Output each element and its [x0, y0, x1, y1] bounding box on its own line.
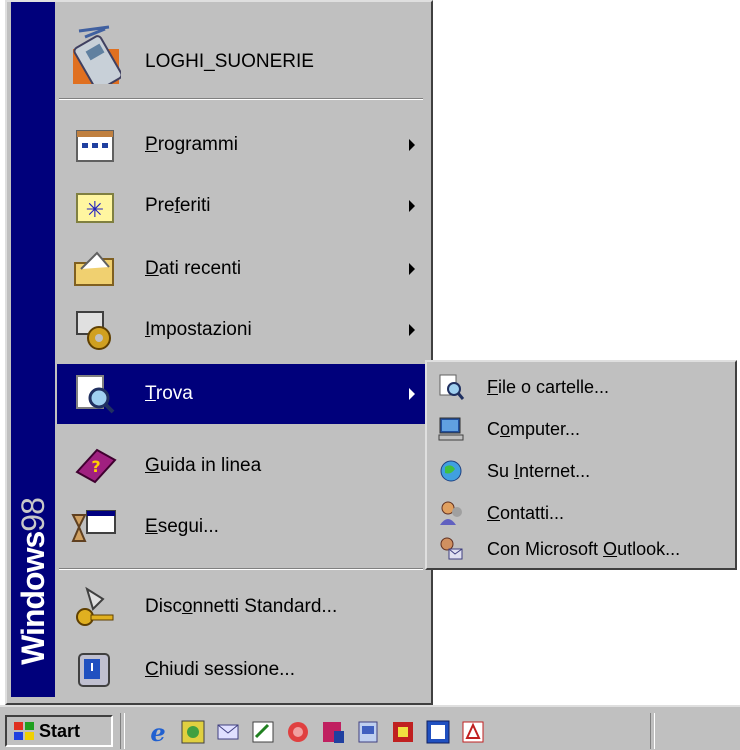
start-button[interactable]: Start	[5, 715, 113, 747]
menu-item-programmi[interactable]: Programmi	[57, 115, 427, 175]
menu-item-chiudi-sessione[interactable]: Chiudi sessione...	[57, 640, 427, 700]
menu-item-label: Impostazioni	[145, 319, 252, 340]
menu-item-dati-recenti[interactable]: Dati recenti	[57, 239, 427, 299]
help-book-icon: ?	[75, 448, 117, 484]
menu-item-disconnetti[interactable]: Disconnetti Standard...	[57, 577, 427, 637]
run-icon	[71, 510, 116, 542]
programs-icon	[76, 130, 114, 162]
toolbar-grip[interactable]	[120, 713, 125, 749]
outlook-find-icon	[440, 537, 463, 560]
submenu-item-label: Computer...	[487, 418, 581, 439]
menu-item-guida-in-linea[interactable]: ? Guida in linea	[57, 436, 427, 496]
submenu-item-label: Con Microsoft Outlook...	[487, 538, 681, 559]
submenu-arrow-icon	[409, 324, 415, 336]
separator	[59, 98, 423, 100]
app-icon[interactable]	[320, 719, 346, 745]
computer-icon	[438, 417, 464, 441]
find-submenu: File o cartelle... Computer... Su Intern…	[425, 360, 737, 570]
menu-item-label: Guida in linea	[145, 455, 262, 476]
windows-logo-icon	[14, 722, 34, 740]
menu-item-label: Dati recenti	[145, 258, 242, 279]
ie-icon[interactable]: e	[145, 719, 171, 745]
start-label: Start	[39, 720, 81, 741]
svg-text:e: e	[150, 719, 165, 745]
svg-text:✳: ✳	[86, 198, 104, 223]
swirl-icon[interactable]	[285, 719, 311, 745]
menu-item-loghi-suonerie[interactable]: LOGHI_SUONERIE	[57, 25, 427, 92]
brand-sidebar: Windows98	[11, 2, 55, 697]
favorites-folder-icon: ✳	[76, 193, 114, 223]
window-icon[interactable]	[425, 719, 451, 745]
internet-globe-icon	[440, 460, 462, 482]
contacts-icon	[440, 501, 462, 525]
documents-folder-icon	[74, 251, 114, 286]
phone-icon	[73, 25, 121, 84]
svg-text:?: ?	[91, 457, 100, 476]
separator	[59, 568, 423, 570]
submenu-item-label: File o cartelle...	[487, 376, 610, 397]
doc-icon[interactable]	[355, 719, 381, 745]
start-menu: Windows98 LOGHI_SUONERIE Programmi ✳ Pre…	[5, 0, 433, 705]
toolbar-grip[interactable]	[650, 713, 655, 749]
menu-item-label: Preferiti	[145, 195, 211, 216]
menu-item-preferiti[interactable]: ✳ Preferiti	[57, 176, 427, 236]
submenu-arrow-icon	[409, 263, 415, 275]
logoff-key-icon	[76, 586, 114, 626]
multimedia-icon[interactable]	[390, 719, 416, 745]
submenu-arrow-icon	[409, 200, 415, 212]
submenu-item-su-internet[interactable]: Su Internet...	[431, 450, 731, 492]
windows98-brand-text: Windows98	[14, 497, 51, 665]
menu-item-trova[interactable]: Trova	[57, 364, 427, 424]
menu-item-label: Trova	[145, 383, 193, 404]
submenu-arrow-icon	[409, 388, 415, 400]
submenu-item-label: Su Internet...	[487, 460, 591, 481]
menu-item-label: Programmi	[145, 134, 238, 155]
taskbar: Start e	[0, 705, 740, 750]
mail-icon[interactable]	[215, 719, 241, 745]
menu-item-label: Chiudi sessione...	[145, 659, 295, 680]
menu-item-label: Disconnetti Standard...	[145, 596, 338, 617]
menu-item-label: LOGHI_SUONERIE	[145, 51, 314, 72]
submenu-item-label: Contatti...	[487, 502, 565, 523]
notepad-icon[interactable]	[250, 719, 276, 745]
file-search-icon	[439, 374, 465, 400]
submenu-item-computer[interactable]: Computer...	[431, 408, 731, 450]
acrobat-icon[interactable]	[460, 719, 486, 745]
submenu-arrow-icon	[409, 139, 415, 151]
submenu-item-outlook[interactable]: Con Microsoft Outlook...	[431, 528, 731, 570]
settings-icon	[76, 311, 111, 350]
screen-icon[interactable]	[180, 719, 206, 745]
menu-item-label: Esegui...	[145, 516, 219, 537]
find-icon	[76, 375, 115, 414]
shutdown-icon	[78, 653, 110, 687]
menu-item-esegui[interactable]: Esegui...	[57, 497, 427, 557]
submenu-item-file-o-cartelle[interactable]: File o cartelle...	[431, 366, 731, 408]
menu-item-impostazioni[interactable]: Impostazioni	[57, 300, 427, 360]
